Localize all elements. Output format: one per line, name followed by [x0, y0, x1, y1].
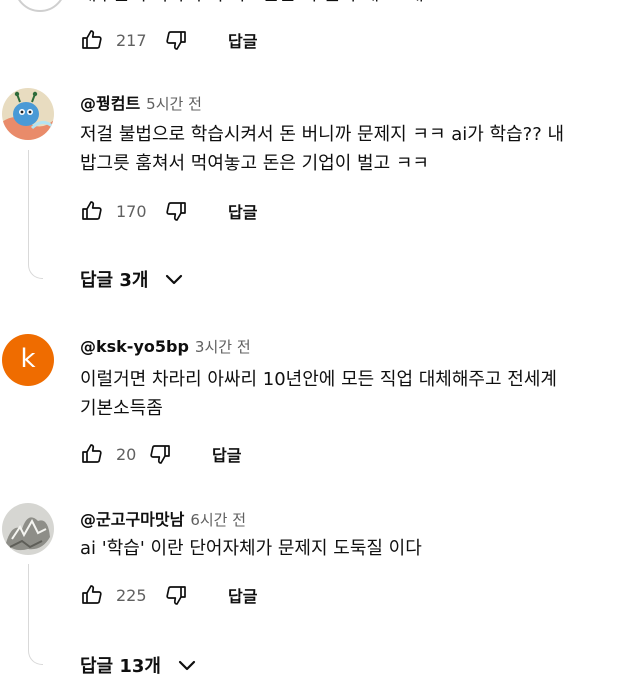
like-count: 225: [116, 585, 147, 605]
author-handle[interactable]: @군고구마맛남: [80, 510, 184, 529]
comment-text-line-1: 저걸 불법으로 학습시켜서 돈 버니까 문제지 ㅋㅋ ai가 학습?? 내: [80, 124, 565, 145]
author-handle[interactable]: @ksk-yo5bp: [80, 337, 189, 356]
chevron-down-icon: [175, 653, 199, 677]
chevron-down-icon: [162, 267, 186, 291]
thumbs-down-icon[interactable]: [164, 583, 188, 607]
comment-actions: 170 답글: [80, 197, 257, 225]
partial-comment-text: 대부분 구독자 구독 다르는는 다 돌아 해 그 대: [80, 0, 424, 9]
timestamp[interactable]: 6시간 전: [190, 511, 246, 529]
replies-label: 답글 3개: [80, 270, 149, 291]
thumbs-up-icon[interactable]: [80, 28, 104, 52]
partial-actions: 217 답글: [80, 26, 257, 54]
like-count: 217: [116, 30, 147, 50]
like-count: 20: [116, 444, 137, 464]
thumbs-up-icon[interactable]: [80, 442, 104, 466]
avatar[interactable]: [2, 88, 54, 140]
thumbs-down-icon[interactable]: [164, 28, 188, 52]
comment-actions: 20 답글: [80, 440, 241, 468]
thumbs-down-icon[interactable]: [164, 199, 188, 223]
thread-line: [28, 564, 43, 665]
thumbs-up-icon[interactable]: [80, 199, 104, 223]
comment-author[interactable]: @군고구마맛남 6시간 전: [80, 506, 246, 530]
thumbs-up-icon[interactable]: [80, 583, 104, 607]
comment-text-line-2: 밥그릇 훔쳐서 먹여놓고 돈은 기업이 벌고 ㅋㅋ: [80, 153, 429, 174]
reply-button[interactable]: 답글: [212, 442, 241, 466]
replies-label: 답글 13개: [80, 656, 161, 677]
reply-button[interactable]: 답글: [228, 199, 257, 223]
author-handle[interactable]: @꿩컴트: [80, 94, 140, 113]
view-replies-button[interactable]: 답글 3개: [80, 266, 186, 292]
timestamp[interactable]: 5시간 전: [146, 95, 202, 113]
avatar-letter: k: [20, 344, 36, 374]
like-count: 170: [116, 201, 147, 221]
timestamp[interactable]: 3시간 전: [195, 338, 251, 356]
comment-author[interactable]: @꿩컴트 5시간 전: [80, 90, 202, 114]
thread-line: [28, 150, 43, 279]
comment-text-line-2: 기본소득좀: [80, 398, 163, 419]
comment-actions: 225 답글: [80, 581, 257, 609]
reply-button[interactable]: 답글: [228, 28, 257, 52]
avatar[interactable]: [2, 503, 54, 555]
comment-text-line-1: ai '학습' 이란 단어자체가 문제지 도둑질 이다: [80, 538, 422, 559]
avatar[interactable]: k: [2, 334, 54, 386]
reply-button[interactable]: 답글: [228, 583, 257, 607]
comment-text-line-1: 이럴거면 차라리 아싸리 10년안에 모든 직업 대체해주고 전세계: [80, 369, 557, 390]
view-replies-button[interactable]: 답글 13개: [80, 652, 199, 678]
thumbs-down-icon[interactable]: [148, 442, 172, 466]
comment-author[interactable]: @ksk-yo5bp 3시간 전: [80, 336, 251, 357]
partial-avatar-edge: [14, 0, 66, 12]
